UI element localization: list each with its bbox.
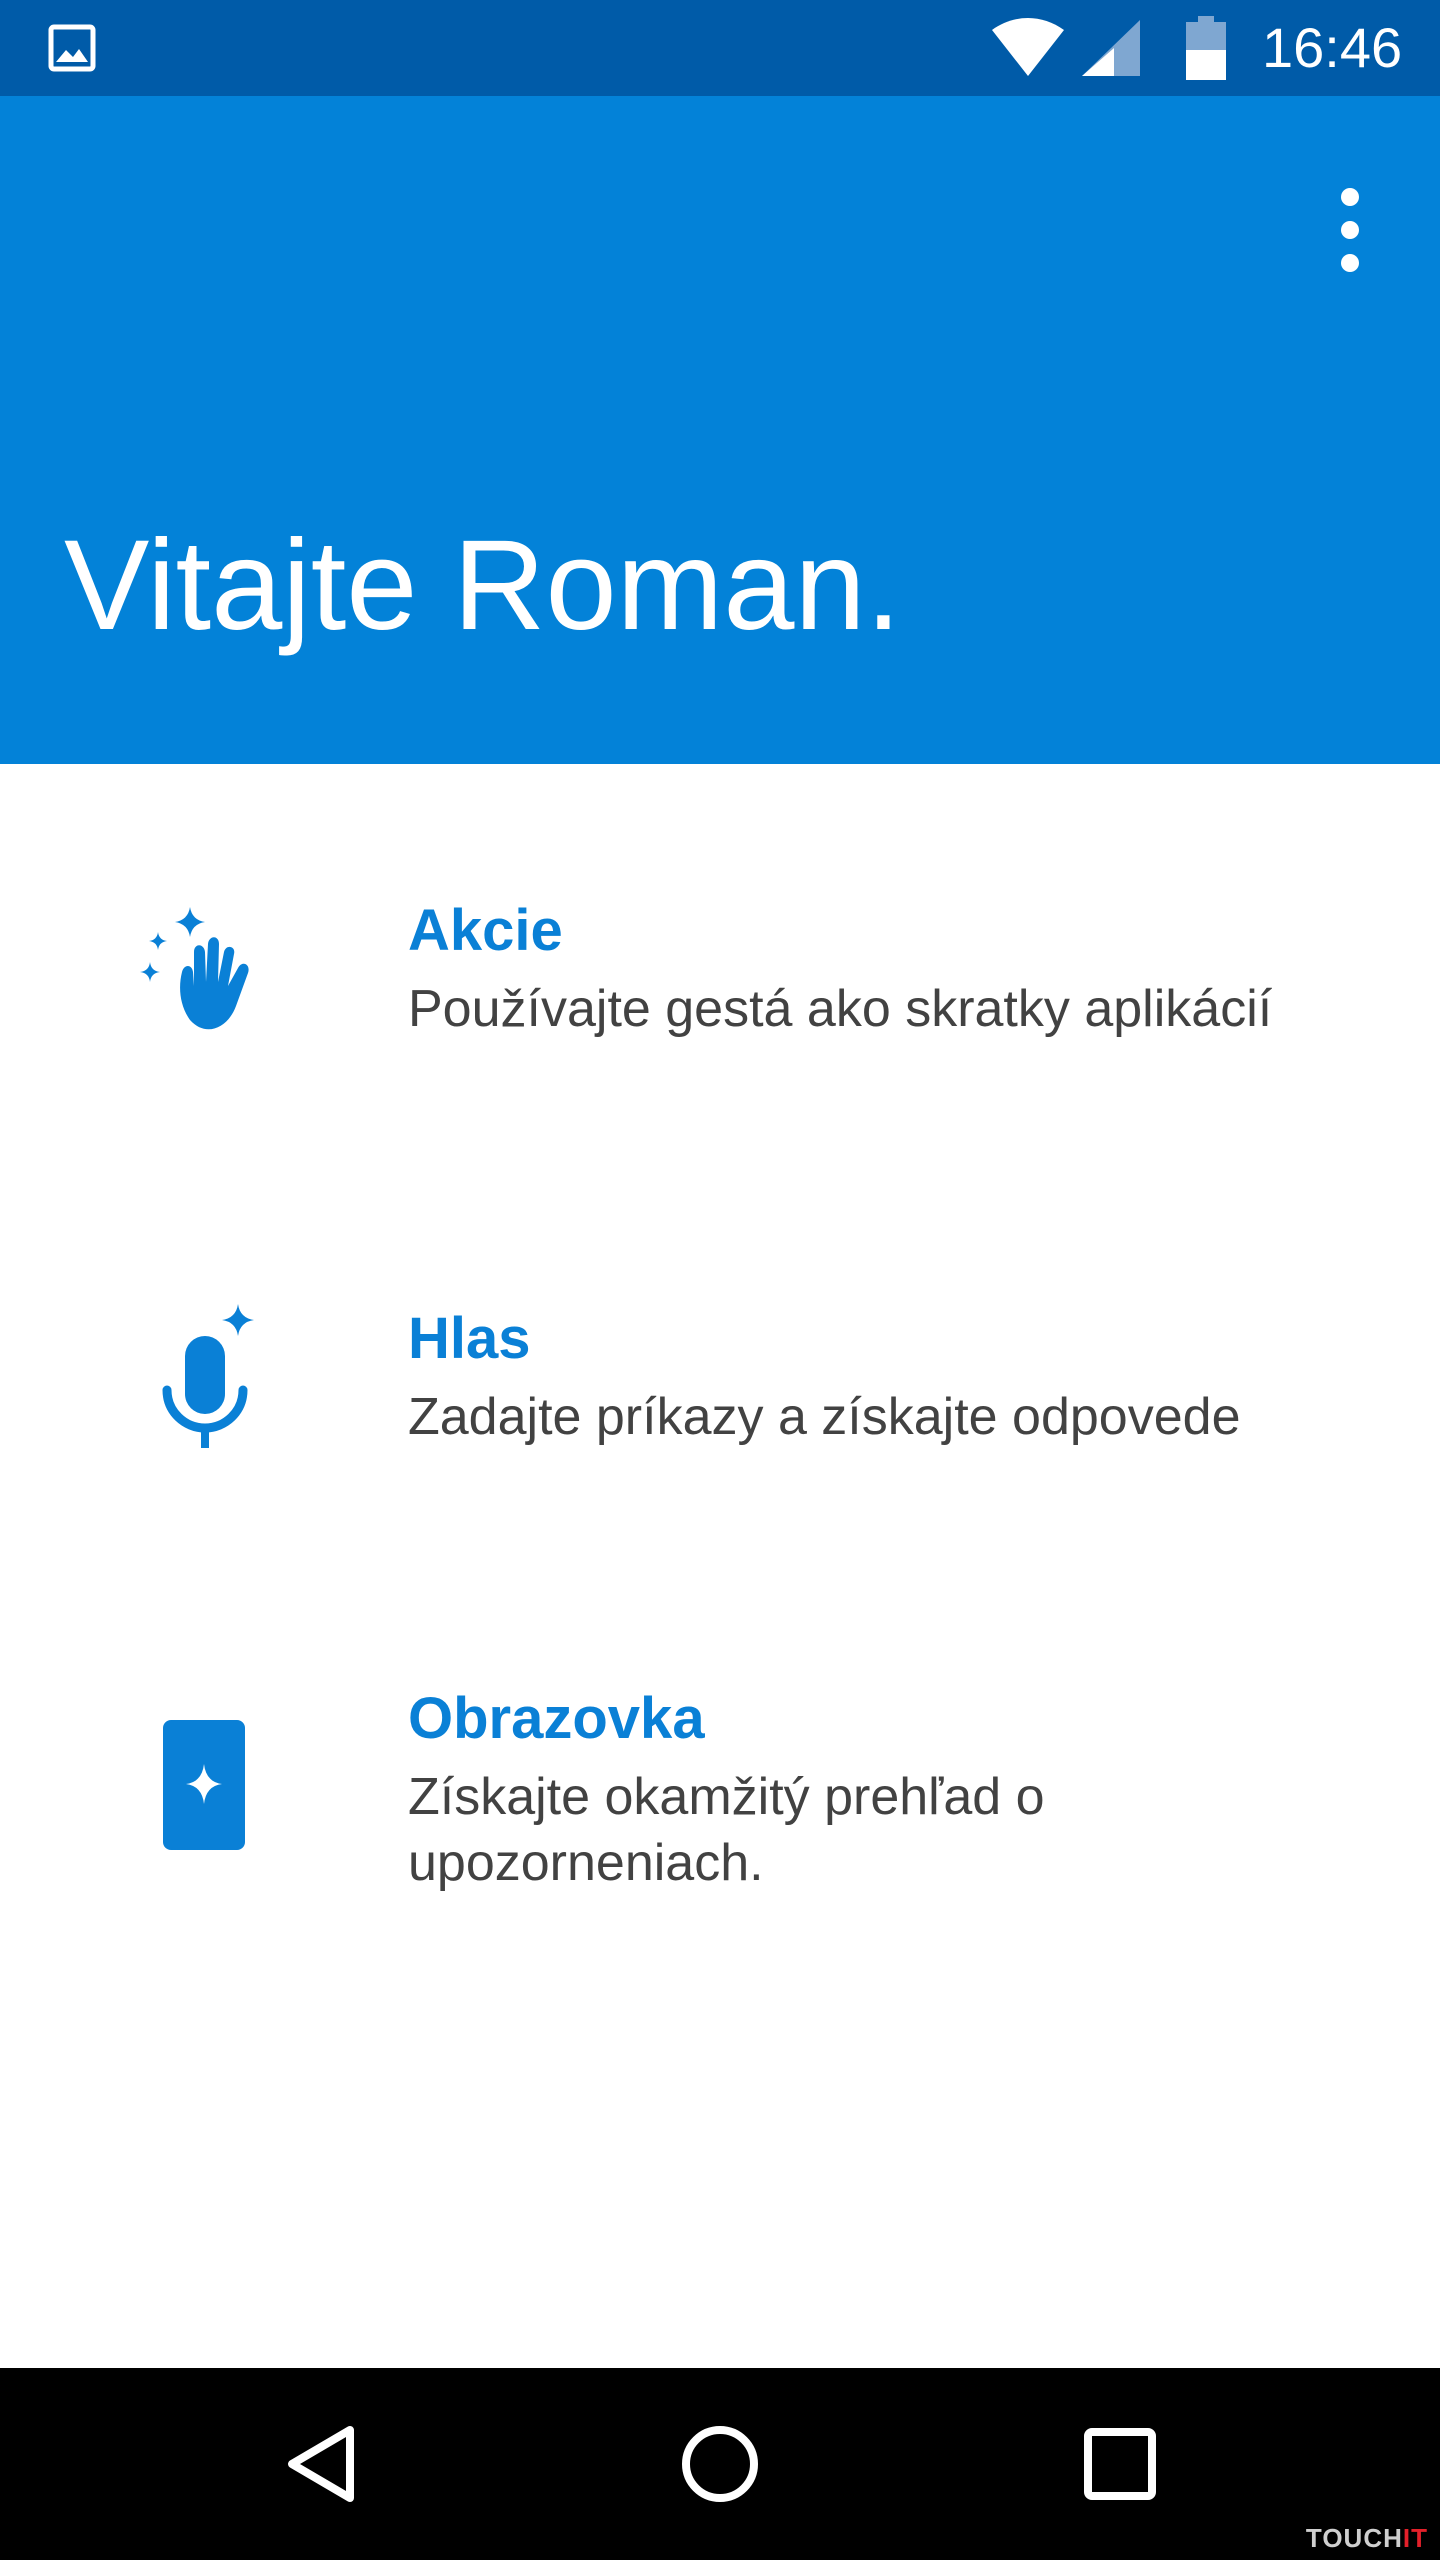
status-time: 16:46 [1262,16,1403,79]
feature-title: Hlas [408,1306,531,1371]
microphone-sparkle-icon [162,1304,254,1448]
phone-sparkle-icon [163,1720,245,1850]
battery-icon [1186,16,1226,80]
feature-description: Zadajte príkazy a získajte odpovede [408,1388,1241,1446]
wave-hand-sparkle-icon [140,907,249,1030]
status-bar: 16:46 [0,0,1440,96]
watermark: TOUCHIT [1305,2523,1428,2553]
feature-item-obrazovka[interactable]: Obrazovka Získajte okamžitý prehľad o up… [0,1664,1440,1964]
app-header: Vitajte Roman. [0,96,1440,764]
feature-item-hlas[interactable]: Hlas Zadajte príkazy a získajte odpovede [0,1288,1440,1588]
more-options-button[interactable] [1310,170,1390,290]
wifi-icon [992,18,1064,76]
feature-title: Obrazovka [408,1686,705,1751]
home-icon[interactable] [670,2414,770,2514]
welcome-title: Vitajte Roman. [64,514,902,657]
feature-description: Získajte okamžitý prehľad o upozorneniac… [408,1768,1045,1892]
recents-icon[interactable] [1070,2414,1170,2514]
cell-signal-icon [1082,20,1140,76]
image-notification-icon [48,24,96,72]
more-vert-icon [1341,188,1359,206]
back-icon[interactable] [270,2414,370,2514]
feature-item-akcie[interactable]: Akcie Používajte gestá ako skratky aplik… [0,880,1440,1180]
navigation-bar: TOUCHIT [0,2368,1440,2560]
feature-description: Používajte gestá ako skratky aplikácií [408,980,1273,1038]
feature-title: Akcie [408,898,563,963]
